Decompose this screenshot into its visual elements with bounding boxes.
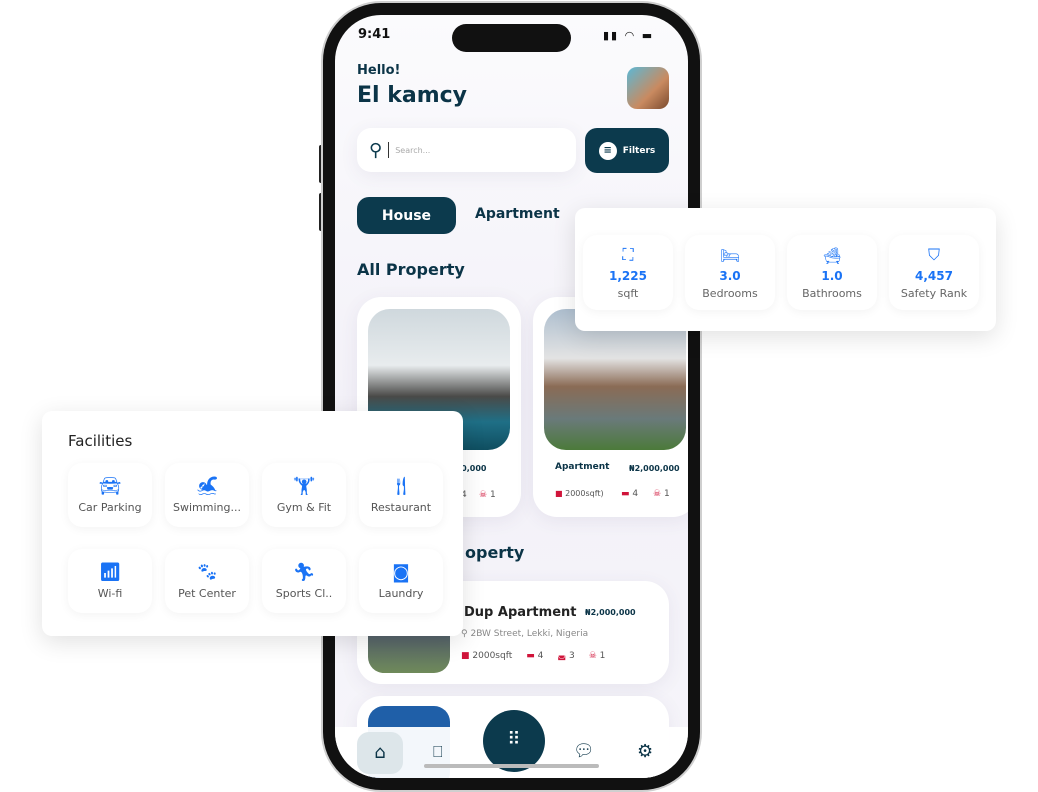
property-extra: ☠ 1 — [653, 489, 670, 499]
feature-icon: ☠ — [588, 651, 597, 661]
dynamic-island — [452, 24, 571, 52]
washing-machine-icon: ◙ — [392, 562, 410, 583]
stat-safety-rank: ⛉ 4,457 Safety Rank — [889, 235, 979, 310]
facilities-card: Facilities 🚘︎ Car Parking 🏊︎ Swimming... 🏋… — [42, 411, 463, 636]
stats-card: ⛶ 1,225 sqft 🛏︎ 3.0 Bedrooms 🛁︎ 1.0 Bathroo… — [575, 208, 996, 331]
grid-icon: ⠿ — [507, 729, 521, 750]
facility-restaurant[interactable]: 🍴︎ Restaurant — [359, 463, 443, 527]
facility-laundry[interactable]: ◙ Laundry — [359, 549, 443, 613]
list-item-title: Dup Apartment — [464, 605, 577, 620]
home-indicator — [424, 764, 599, 768]
section-all-property: All Property — [357, 260, 465, 279]
bed-icon: 🛏︎ — [719, 245, 741, 265]
facility-swimming[interactable]: 🏊︎ Swimming... — [165, 463, 249, 527]
car-icon: 🚘︎ — [98, 476, 122, 497]
tab-house[interactable]: House — [357, 197, 456, 234]
chat-icon[interactable]: 💬︎ — [573, 741, 595, 761]
search-icon: ⚲ — [369, 139, 383, 161]
status-icons: ▮▮ ◠ ▬ — [603, 29, 655, 42]
facility-sports-club[interactable]: 🏃︎ Sports Cl.. — [262, 549, 346, 613]
property-title: Apartment — [555, 462, 610, 472]
property-beds: ▬ 4 — [621, 489, 639, 499]
grid-menu-button[interactable]: ⠿ — [483, 710, 545, 772]
property-extra: ☠ 1 — [479, 490, 496, 500]
running-icon: 🏃︎ — [292, 562, 316, 583]
stat-bathrooms: 🛁︎ 1.0 Bathrooms — [787, 235, 877, 310]
home-icon[interactable]: ⌂ — [357, 732, 403, 774]
status-time: 9:41 — [358, 27, 391, 42]
facility-gym[interactable]: 🏋︎ Gym & Fit — [262, 463, 346, 527]
avatar[interactable] — [627, 67, 669, 109]
utensils-icon: 🍴︎ — [389, 476, 413, 497]
facility-pet-center[interactable]: 🐾︎ Pet Center — [165, 549, 249, 613]
swimming-icon: 🏊︎ — [195, 476, 219, 497]
filters-button[interactable]: ≡ Filters — [585, 128, 669, 173]
user-name: El kamcy — [357, 83, 468, 108]
property-price: ₦2,000,000 — [629, 464, 680, 473]
tab-apartment[interactable]: Apartment — [475, 206, 560, 222]
search-placeholder: Search... — [395, 145, 431, 155]
location-pin-icon: ⚲ — [461, 629, 468, 639]
list-item-address: ⚲ 2BW Street, Lekki, Nigeria — [461, 629, 589, 639]
settings-icon[interactable]: ⚙ — [637, 741, 653, 762]
bookmark-icon[interactable]: ⎕ — [433, 742, 443, 762]
area-icon: ⛶ — [622, 245, 634, 264]
greeting: Hello! — [357, 63, 401, 78]
bed-icon: ▬ — [526, 651, 535, 661]
area-icon: ■ — [461, 651, 470, 661]
section-second-heading: operty — [465, 543, 525, 562]
wifi-icon: 📶︎ — [98, 562, 122, 583]
stat-area: ⛶ 1,225 sqft — [583, 235, 673, 310]
filters-label: Filters — [622, 145, 656, 156]
stat-bedrooms: 🛏︎ 3.0 Bedrooms — [685, 235, 775, 310]
bathtub-icon: ◛ — [557, 651, 567, 661]
shield-check-icon: ⛉ — [927, 245, 940, 264]
facility-car-parking[interactable]: 🚘︎ Car Parking — [68, 463, 152, 527]
phone-screen: 9:41 ▮▮ ◠ ▬ Hello! El kamcy ⚲ Search... … — [335, 15, 688, 778]
property-area: ■ 2000sqft) — [555, 489, 604, 498]
paw-icon: 🐾︎ — [195, 562, 219, 583]
dumbbell-icon: 🏋︎ — [292, 476, 316, 497]
list-item-features: ■ 2000sqft ▬ 4 ◛ 3 ☠ 1 — [461, 651, 606, 661]
list-item-price: ₦2,000,000 — [585, 608, 636, 617]
facility-wifi[interactable]: 📶︎ Wi-fi — [68, 549, 152, 613]
bathtub-icon: 🛁︎ — [821, 245, 843, 265]
search-input[interactable]: ⚲ Search... — [357, 128, 576, 172]
facilities-title: Facilities — [68, 432, 133, 450]
filter-icon: ≡ — [598, 141, 617, 160]
